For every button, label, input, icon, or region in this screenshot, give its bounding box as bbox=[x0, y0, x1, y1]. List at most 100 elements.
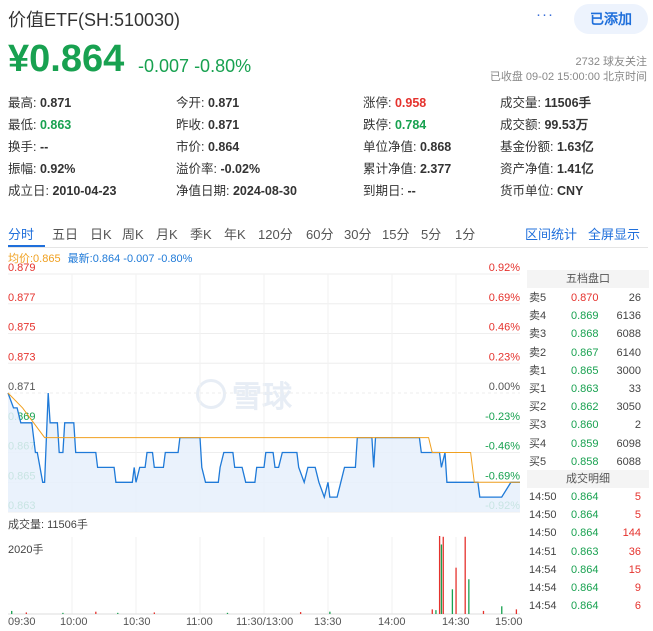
y-left-tick: 0.871 bbox=[8, 381, 36, 393]
trade-row: 14:54 0.864 15 bbox=[527, 561, 649, 579]
fullscreen-button[interactable]: 全屏显示 bbox=[588, 224, 640, 243]
tab-12[interactable]: 1分 bbox=[455, 224, 475, 243]
quote-item: 换手: -- bbox=[8, 136, 48, 155]
volume-bar bbox=[438, 536, 441, 614]
quote-label: 基金份额: bbox=[500, 140, 554, 154]
orderbook-row: 卖3 0.868 6088 bbox=[527, 325, 649, 343]
tab-2[interactable]: 日K bbox=[90, 224, 112, 243]
trade-price: 0.864 bbox=[571, 582, 599, 594]
quote-label: 市价: bbox=[176, 140, 205, 154]
trade-time: 14:54 bbox=[529, 600, 557, 613]
quote-label: 累计净值: bbox=[363, 162, 417, 176]
trade-time: 14:54 bbox=[529, 582, 557, 594]
ob-price: 0.863 bbox=[571, 383, 599, 395]
trade-volume: 144 bbox=[622, 527, 641, 540]
volume-bar bbox=[440, 544, 443, 614]
quote-label: 最低: bbox=[8, 118, 37, 132]
tab-4[interactable]: 月K bbox=[156, 224, 178, 243]
volume-bar bbox=[431, 609, 433, 614]
ob-side: 买1 bbox=[529, 383, 547, 395]
quote-value: 11506手 bbox=[540, 96, 592, 110]
volume-bar bbox=[455, 567, 457, 614]
quote-item: 成交量: 11506手 bbox=[500, 92, 591, 111]
quote-value: 0.871 bbox=[204, 96, 240, 110]
tab-1[interactable]: 五日 bbox=[52, 224, 78, 243]
orderbook-row: 买1 0.863 33 bbox=[527, 380, 649, 398]
y-right-tick: -0.46% bbox=[485, 441, 520, 453]
tab-9[interactable]: 30分 bbox=[344, 224, 371, 243]
more-icon[interactable]: ··· bbox=[536, 6, 554, 23]
tab-6[interactable]: 年K bbox=[224, 224, 246, 243]
trade-row: 14:54 0.864 9 bbox=[527, 579, 649, 597]
orderbook-title: 五档盘口 bbox=[527, 270, 649, 288]
y-left-tick: 0.873 bbox=[8, 351, 36, 363]
orderbook-row: 买2 0.862 3050 bbox=[527, 398, 649, 416]
quote-value: 99.53万 bbox=[540, 118, 589, 132]
tab-3[interactable]: 周K bbox=[122, 224, 144, 243]
trade-row: 14:50 0.864 144 bbox=[527, 524, 649, 542]
tab-7[interactable]: 120分 bbox=[258, 224, 293, 243]
trade-row: 14:50 0.864 5 bbox=[527, 506, 649, 524]
trade-price: 0.864 bbox=[571, 600, 599, 613]
quote-value: 1.63亿 bbox=[553, 140, 594, 154]
trade-row: 14:54 0.864 6 bbox=[527, 597, 649, 615]
quote-value: 2010-04-23 bbox=[48, 184, 117, 198]
add-watchlist-button[interactable]: 已添加 bbox=[574, 4, 648, 34]
quote-item: 成交额: 99.53万 bbox=[500, 114, 588, 133]
quote-value: 0.958 bbox=[391, 96, 427, 110]
tab-5[interactable]: 季K bbox=[190, 224, 212, 243]
ob-volume: 33 bbox=[628, 383, 641, 395]
ob-price: 0.870 bbox=[571, 292, 599, 304]
volume-bar bbox=[468, 579, 470, 614]
orderbook-row: 买3 0.860 2 bbox=[527, 416, 649, 434]
quote-label: 成交量: bbox=[500, 96, 541, 110]
y-right-tick: -0.23% bbox=[485, 411, 520, 423]
current-price: ¥0.864 bbox=[8, 38, 125, 80]
x-tick-label: 09:30 bbox=[8, 616, 36, 628]
y-left-tick: 0.877 bbox=[8, 292, 36, 304]
quote-value: -- bbox=[36, 140, 49, 154]
trade-time: 14:51 bbox=[529, 545, 557, 558]
trade-price: 0.864 bbox=[571, 491, 599, 503]
ob-side: 卖5 bbox=[529, 292, 547, 304]
tab-8[interactable]: 60分 bbox=[306, 224, 333, 243]
quote-label: 货币单位: bbox=[500, 184, 554, 198]
quote-item: 基金份额: 1.63亿 bbox=[500, 136, 594, 155]
ob-side: 卖2 bbox=[529, 346, 547, 359]
quote-label: 昨收: bbox=[176, 118, 205, 132]
x-tick-label: 14:30 bbox=[442, 616, 470, 628]
quote-label: 到期日: bbox=[363, 184, 404, 198]
orderbook-row: 买5 0.858 6088 bbox=[527, 453, 649, 471]
volume-bar bbox=[11, 610, 13, 614]
trade-volume: 5 bbox=[634, 509, 641, 522]
change-value: -0.007 bbox=[138, 56, 190, 76]
quote-label: 跌停: bbox=[363, 118, 392, 132]
ob-volume: 6088 bbox=[616, 455, 641, 468]
tab-11[interactable]: 5分 bbox=[421, 224, 441, 243]
x-tick-label: 14:00 bbox=[378, 616, 406, 628]
ob-volume: 2 bbox=[634, 419, 641, 432]
tab-0[interactable]: 分时 bbox=[8, 224, 34, 243]
trade-price: 0.863 bbox=[571, 545, 599, 558]
ob-price: 0.860 bbox=[571, 419, 599, 432]
x-tick-label: 15:00 bbox=[495, 616, 523, 628]
trade-volume: 36 bbox=[628, 545, 641, 558]
price-change: -0.007 -0.80% bbox=[138, 56, 251, 77]
x-tick-label: 11:30/13:00 bbox=[236, 616, 294, 628]
ob-volume: 3000 bbox=[616, 364, 641, 377]
trade-time: 14:50 bbox=[529, 509, 557, 522]
quote-label: 最高: bbox=[8, 96, 37, 110]
followers-count: 2732 球友关注 bbox=[575, 56, 647, 68]
market-status: 已收盘 09-02 15:00:00 北京时间 bbox=[489, 71, 647, 83]
intraday-chart[interactable]: 0.879 0.92% 0.877 0.69% 0.875 0.46% 0.873 0.23%… bbox=[0, 262, 527, 631]
quote-item: 资产净值: 1.41亿 bbox=[500, 158, 594, 177]
volume-bar bbox=[451, 589, 454, 614]
ob-side: 卖3 bbox=[529, 328, 547, 341]
page-title: 价值ETF(SH:510030) bbox=[8, 10, 181, 30]
quote-value: -0.02% bbox=[216, 162, 261, 176]
quote-label: 单位净值: bbox=[363, 140, 417, 154]
trade-row: 14:50 0.864 5 bbox=[527, 488, 649, 506]
interval-stats-button[interactable]: 区间统计 bbox=[525, 224, 577, 243]
quote-item: 到期日: -- bbox=[363, 180, 416, 199]
tab-10[interactable]: 15分 bbox=[382, 224, 409, 243]
